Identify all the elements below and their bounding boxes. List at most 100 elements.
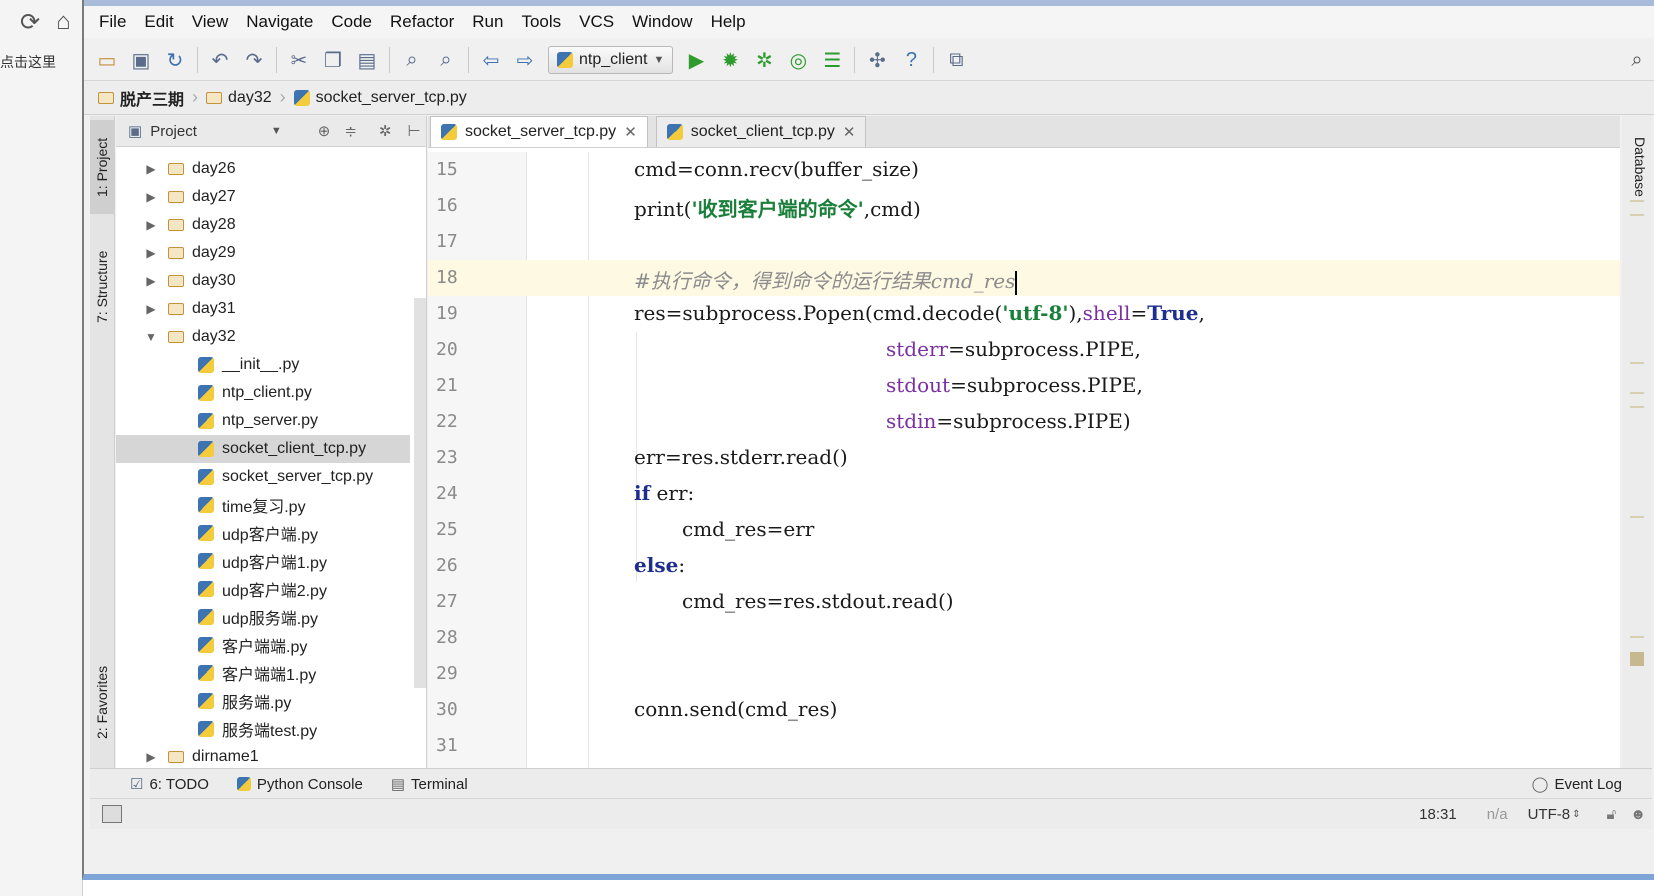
collapsed-arrow-icon[interactable]: ▶: [144, 246, 158, 260]
code-line[interactable]: 25 cmd_res=err: [428, 512, 1620, 548]
tree-file[interactable]: time复习.py: [116, 491, 410, 519]
open-folder-icon[interactable]: ▭: [90, 48, 124, 73]
tree-file[interactable]: udp客户端2.py: [116, 575, 410, 603]
tree-folder[interactable]: ▼ day32: [116, 323, 410, 351]
breadcrumb-item[interactable]: 脱产三期: [98, 86, 184, 110]
terminal-tool[interactable]: ▤ Terminal: [391, 775, 468, 794]
forward-icon[interactable]: ⇨: [508, 48, 542, 73]
concurrency-icon[interactable]: ☰: [815, 48, 849, 73]
menu-window[interactable]: Window: [623, 12, 701, 32]
menu-refactor[interactable]: Refactor: [381, 12, 463, 32]
menu-vcs[interactable]: VCS: [570, 12, 623, 32]
back-icon[interactable]: ⇦: [474, 48, 508, 73]
tab-database[interactable]: Database: [1628, 122, 1652, 212]
menu-edit[interactable]: Edit: [135, 12, 182, 32]
code-line[interactable]: 18 #执行命令，得到命令的运行结果cmd_res: [428, 260, 1620, 296]
collapse-icon[interactable]: ≑: [344, 122, 357, 140]
tree-file[interactable]: udp客户端1.py: [116, 547, 410, 575]
menu-run[interactable]: Run: [463, 12, 512, 32]
replace-icon[interactable]: ⌕: [429, 49, 463, 72]
tree-folder[interactable]: ▶ day31: [116, 295, 410, 323]
tree-file[interactable]: 客户端端.py: [116, 631, 410, 659]
scrollbar[interactable]: [414, 298, 426, 688]
collapsed-arrow-icon[interactable]: ▶: [144, 190, 158, 204]
line-separator[interactable]: n/a: [1487, 806, 1508, 823]
tree-folder[interactable]: ▶ dirname1: [116, 743, 410, 771]
tab-structure[interactable]: 7: Structure: [90, 232, 114, 342]
run-coverage-icon[interactable]: ✲: [747, 48, 781, 73]
hide-panel-icon[interactable]: ⊢: [408, 122, 421, 140]
project-view-selector[interactable]: Project: [150, 123, 197, 140]
locate-icon[interactable]: ⊕: [318, 122, 331, 140]
gear-icon[interactable]: ✲: [379, 122, 392, 140]
collapsed-arrow-icon[interactable]: ▶: [144, 218, 158, 232]
tab-socket-client-tcp[interactable]: socket_client_tcp.py ✕: [655, 116, 867, 147]
code-line[interactable]: 22 stdin=subprocess.PIPE): [428, 404, 1620, 440]
debug-icon[interactable]: ✹: [713, 48, 747, 73]
cut-icon[interactable]: ✂: [282, 48, 316, 73]
paste-icon[interactable]: ▤: [350, 48, 384, 73]
code-line[interactable]: 24 if err:: [428, 476, 1620, 512]
python-console-tool[interactable]: Python Console: [236, 776, 363, 793]
tab-project[interactable]: 1: Project: [90, 120, 114, 214]
chevron-down-icon[interactable]: ▼: [271, 125, 282, 137]
event-log-tool[interactable]: ◯ Event Log: [1532, 775, 1622, 794]
menu-tools[interactable]: Tools: [512, 12, 570, 32]
tree-file[interactable]: udp客户端.py: [116, 519, 410, 547]
lock-icon[interactable]: 🔓︎: [1606, 806, 1616, 823]
settings-icon[interactable]: ✣: [860, 48, 894, 73]
close-icon[interactable]: ✕: [624, 123, 637, 141]
tree-file[interactable]: socket_server_tcp.py: [116, 463, 410, 491]
todo-tool[interactable]: ☑ 6: TODO: [130, 775, 209, 794]
breadcrumb-item[interactable]: socket_server_tcp.py: [293, 89, 467, 107]
vcs-icon[interactable]: ⧉: [939, 49, 973, 72]
code-line[interactable]: 28: [428, 620, 1620, 656]
collapsed-arrow-icon[interactable]: ▶: [144, 302, 158, 316]
breadcrumb-item[interactable]: day32: [206, 89, 272, 107]
expanded-arrow-icon[interactable]: ▼: [144, 330, 158, 344]
tree-file[interactable]: 服务端test.py: [116, 715, 410, 743]
tree-file[interactable]: ntp_client.py: [116, 379, 410, 407]
run-config-selector[interactable]: ntp_client ▼: [548, 46, 674, 74]
code-line[interactable]: 29: [428, 656, 1620, 692]
menu-navigate[interactable]: Navigate: [237, 12, 322, 32]
code-line[interactable]: 16 print('收到客户端的命令',cmd): [428, 188, 1620, 224]
search-everywhere-icon[interactable]: ⌕: [1620, 49, 1654, 72]
code-line[interactable]: 27 cmd_res=res.stdout.read(): [428, 584, 1620, 620]
code-line[interactable]: 20 stderr=subprocess.PIPE,: [428, 332, 1620, 368]
refresh-icon[interactable]: ⟳: [20, 8, 40, 37]
code-line[interactable]: 21 stdout=subprocess.PIPE,: [428, 368, 1620, 404]
menu-view[interactable]: View: [183, 12, 238, 32]
code-line[interactable]: 17: [428, 224, 1620, 260]
close-icon[interactable]: ✕: [843, 123, 856, 141]
collapsed-arrow-icon[interactable]: ▶: [144, 750, 158, 764]
copy-icon[interactable]: ❐: [316, 48, 350, 73]
tree-file[interactable]: 服务端.py: [116, 687, 410, 715]
code-line[interactable]: 23 err=res.stderr.read(): [428, 440, 1620, 476]
tree-file[interactable]: 客户端端1.py: [116, 659, 410, 687]
collapsed-arrow-icon[interactable]: ▶: [144, 162, 158, 176]
caret-position[interactable]: 18:31: [1419, 806, 1457, 823]
menu-help[interactable]: Help: [702, 12, 755, 32]
tree-file[interactable]: socket_client_tcp.py: [116, 435, 410, 463]
tab-favorites[interactable]: 2: Favorites: [90, 646, 114, 758]
save-icon[interactable]: ▣: [124, 48, 158, 73]
toggle-tool-windows-icon[interactable]: [102, 805, 122, 823]
inspector-icon[interactable]: ☻: [1630, 806, 1646, 823]
tree-folder[interactable]: ▶ day29: [116, 239, 410, 267]
code-line[interactable]: 26 else:: [428, 548, 1620, 584]
tree-folder[interactable]: ▶ day28: [116, 211, 410, 239]
tree-file[interactable]: ntp_server.py: [116, 407, 410, 435]
help-icon[interactable]: ?: [894, 49, 928, 72]
code-line[interactable]: 15 cmd=conn.recv(buffer_size): [428, 152, 1620, 188]
profile-icon[interactable]: ◎: [781, 48, 815, 73]
collapsed-arrow-icon[interactable]: ▶: [144, 274, 158, 288]
redo-icon[interactable]: ↷: [237, 48, 271, 73]
code-area[interactable]: 15 cmd=conn.recv(buffer_size) 16 print('收到客…: [428, 152, 1620, 768]
tree-file[interactable]: __init__.py: [116, 351, 410, 379]
sync-icon[interactable]: ↻: [158, 48, 192, 73]
tab-socket-server-tcp[interactable]: socket_server_tcp.py ✕: [430, 116, 648, 147]
code-line[interactable]: 19 res=subprocess.Popen(cmd.decode('utf-8…: [428, 296, 1620, 332]
run-icon[interactable]: ▶: [679, 48, 713, 73]
tree-folder[interactable]: ▶ day26: [116, 155, 410, 183]
